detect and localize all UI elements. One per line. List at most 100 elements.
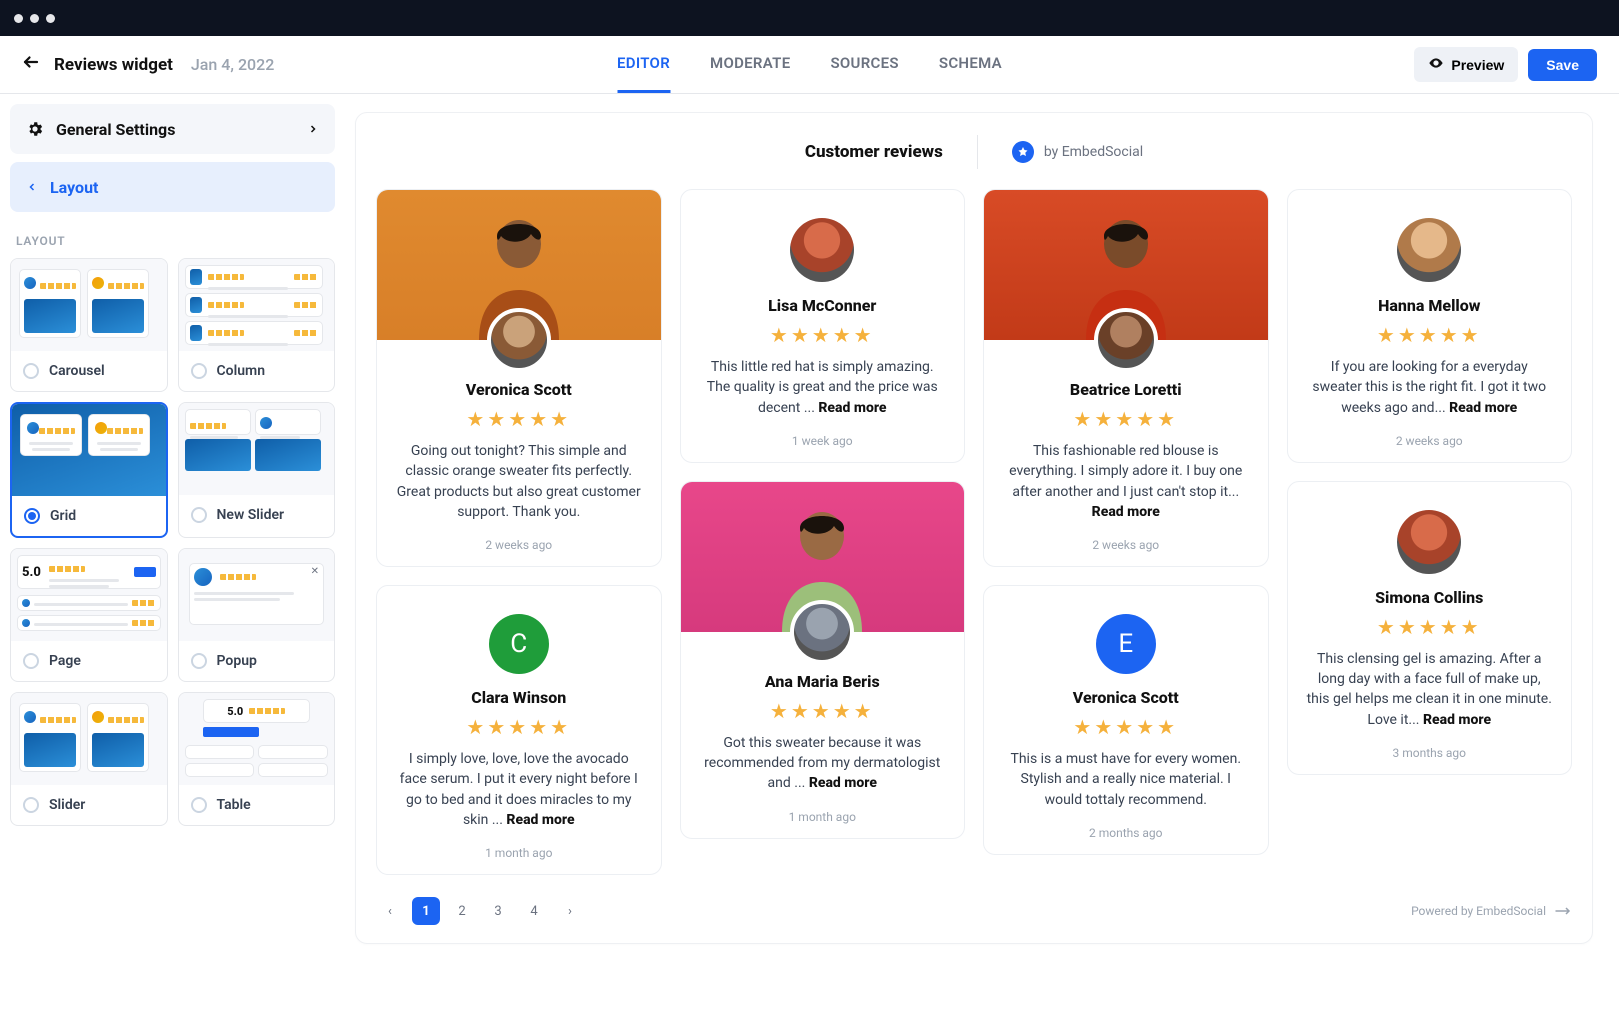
back-icon[interactable] bbox=[22, 53, 40, 76]
section-heading: LAYOUT bbox=[16, 234, 335, 248]
review-hero bbox=[681, 482, 965, 632]
page-2[interactable]: 2 bbox=[448, 897, 476, 925]
radio-icon bbox=[191, 653, 207, 669]
layout-option-table[interactable]: 5.0 Table bbox=[178, 692, 336, 826]
eye-icon bbox=[1428, 55, 1444, 74]
page-4[interactable]: 4 bbox=[520, 897, 548, 925]
review-timestamp: 2 weeks ago bbox=[1288, 434, 1572, 448]
page-title: Reviews widget bbox=[54, 55, 173, 75]
page-next[interactable]: › bbox=[556, 897, 584, 925]
reviewer-name: Clara Winson bbox=[377, 688, 661, 707]
radio-icon bbox=[23, 363, 39, 379]
layout-option-slider[interactable]: Slider bbox=[10, 692, 168, 826]
review-hero bbox=[984, 190, 1268, 340]
review-card: Hanna Mellow ★★★★★ If you are looking fo… bbox=[1287, 189, 1573, 463]
main-tabs: EDITOR MODERATE SOURCES SCHEMA bbox=[617, 36, 1002, 93]
page-date: Jan 4, 2022 bbox=[191, 55, 274, 74]
review-card: Ana Maria Beris ★★★★★ Got this sweater b… bbox=[680, 481, 966, 839]
layout-thumb bbox=[179, 403, 335, 495]
review-text: If you are looking for a everyday sweate… bbox=[1288, 357, 1572, 418]
read-more-link[interactable]: Read more bbox=[809, 775, 877, 791]
star-rating: ★★★★★ bbox=[681, 323, 965, 347]
review-text: Got this sweater because it was recommen… bbox=[681, 733, 965, 794]
star-rating: ★★★★★ bbox=[984, 407, 1268, 431]
layout-label: Carousel bbox=[49, 363, 105, 379]
read-more-link[interactable]: Read more bbox=[818, 400, 886, 416]
panel-general-settings[interactable]: General Settings bbox=[10, 104, 335, 154]
divider bbox=[977, 135, 978, 169]
layout-thumb bbox=[11, 693, 167, 785]
star-rating: ★★★★★ bbox=[377, 407, 661, 431]
layout-label: Popup bbox=[217, 653, 257, 669]
avatar bbox=[790, 218, 854, 282]
radio-icon bbox=[23, 797, 39, 813]
review-card: E Veronica Scott ★★★★★ This is a must ha… bbox=[983, 585, 1269, 855]
tab-sources[interactable]: SOURCES bbox=[830, 36, 898, 93]
page-1[interactable]: 1 bbox=[412, 897, 440, 925]
layout-option-carousel[interactable]: Carousel bbox=[10, 258, 168, 392]
layout-label: New Slider bbox=[217, 507, 285, 523]
read-more-link[interactable]: Read more bbox=[506, 812, 574, 828]
review-text: Going out tonight? This simple and class… bbox=[377, 441, 661, 522]
review-column: Hanna Mellow ★★★★★ If you are looking fo… bbox=[1287, 189, 1573, 775]
app-header: Reviews widget Jan 4, 2022 EDITOR MODERA… bbox=[0, 36, 1619, 94]
page-prev[interactable]: ‹ bbox=[376, 897, 404, 925]
layout-label: Slider bbox=[49, 797, 85, 813]
layout-option-new-slider[interactable]: New Slider bbox=[178, 402, 336, 538]
read-more-link[interactable]: Read more bbox=[1449, 400, 1517, 416]
layout-option-page[interactable]: 5.0 Page bbox=[10, 548, 168, 682]
preview-button[interactable]: Preview bbox=[1414, 47, 1518, 82]
star-rating: ★★★★★ bbox=[377, 715, 661, 739]
chevron-right-icon bbox=[307, 120, 319, 139]
review-text: I simply love, love, love the avocado fa… bbox=[377, 749, 661, 830]
review-text: This clensing gel is amazing. After a lo… bbox=[1288, 649, 1572, 730]
review-text: This fashionable red blouse is everythin… bbox=[984, 441, 1268, 522]
layout-thumb: ✕ bbox=[179, 549, 335, 641]
tab-moderate[interactable]: MODERATE bbox=[710, 36, 790, 93]
review-text: This is a must have for every women. Sty… bbox=[984, 749, 1268, 810]
pagination-row: ‹ 1234 › Powered by EmbedSocial bbox=[376, 897, 1572, 925]
reviewer-name: Veronica Scott bbox=[984, 688, 1268, 707]
powered-by[interactable]: Powered by EmbedSocial bbox=[1411, 904, 1572, 918]
page-3[interactable]: 3 bbox=[484, 897, 512, 925]
review-timestamp: 1 month ago bbox=[681, 810, 965, 824]
read-more-link[interactable]: Read more bbox=[1092, 504, 1160, 520]
reviews-grid: Veronica Scott ★★★★★ Going out tonight? … bbox=[376, 189, 1572, 875]
radio-icon bbox=[191, 797, 207, 813]
chevron-left-icon bbox=[26, 181, 38, 193]
panel-layout[interactable]: Layout bbox=[10, 162, 335, 212]
reviewer-name: Beatrice Loretti bbox=[984, 380, 1268, 399]
avatar bbox=[487, 308, 551, 372]
layout-option-popup[interactable]: ✕ Popup bbox=[178, 548, 336, 682]
widget-title: Customer reviews bbox=[805, 142, 943, 162]
gear-icon bbox=[26, 120, 44, 138]
layout-thumb: 5.0 bbox=[11, 549, 167, 641]
review-timestamp: 3 months ago bbox=[1288, 746, 1572, 760]
window-dot bbox=[14, 14, 23, 23]
review-timestamp: 2 months ago bbox=[984, 826, 1268, 840]
window-dot bbox=[46, 14, 55, 23]
layout-label: Grid bbox=[50, 508, 76, 524]
editor-main: Customer reviews by EmbedSocial Veronica… bbox=[345, 94, 1619, 964]
review-column: Veronica Scott ★★★★★ Going out tonight? … bbox=[376, 189, 662, 875]
layout-option-grid[interactable]: Grid bbox=[10, 402, 168, 538]
layout-label: Page bbox=[49, 653, 81, 669]
layout-thumb bbox=[179, 259, 335, 351]
star-rating: ★★★★★ bbox=[984, 715, 1268, 739]
pagination-buttons: ‹ 1234 › bbox=[376, 897, 584, 925]
review-card: Beatrice Loretti ★★★★★ This fashionable … bbox=[983, 189, 1269, 567]
review-column: Lisa McConner ★★★★★ This little red hat … bbox=[680, 189, 966, 839]
review-card: Lisa McConner ★★★★★ This little red hat … bbox=[680, 189, 966, 463]
radio-icon bbox=[191, 507, 207, 523]
tab-schema[interactable]: SCHEMA bbox=[939, 36, 1002, 93]
reviewer-name: Veronica Scott bbox=[377, 380, 661, 399]
review-card: Veronica Scott ★★★★★ Going out tonight? … bbox=[376, 189, 662, 567]
layout-option-column[interactable]: Column bbox=[178, 258, 336, 392]
read-more-link[interactable]: Read more bbox=[1423, 712, 1491, 728]
reviewer-name: Lisa McConner bbox=[681, 296, 965, 315]
avatar bbox=[790, 600, 854, 664]
tab-editor[interactable]: EDITOR bbox=[617, 36, 670, 93]
save-button[interactable]: Save bbox=[1528, 49, 1597, 81]
reviewer-name: Simona Collins bbox=[1288, 588, 1572, 607]
radio-icon bbox=[191, 363, 207, 379]
